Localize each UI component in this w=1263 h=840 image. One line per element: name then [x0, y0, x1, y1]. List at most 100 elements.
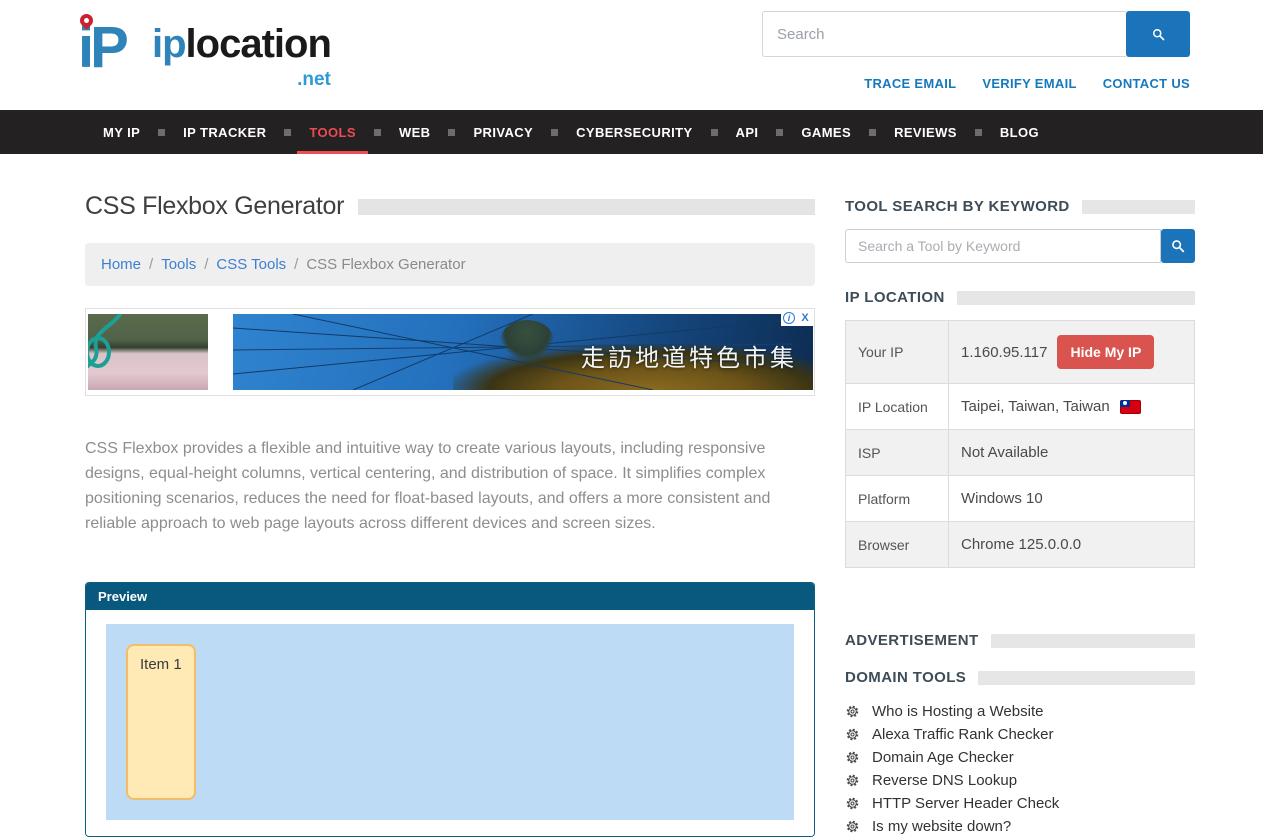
page-title: CSS Flexbox Generator: [85, 192, 344, 221]
domain-age-checker-link[interactable]: Domain Age Checker: [872, 749, 1014, 766]
gear-icon: [845, 819, 860, 834]
site-header: iP iplocation .net TRACE EMAIL VERIFY EM…: [0, 0, 1263, 110]
browser-value: Chrome 125.0.0.0: [961, 536, 1081, 553]
preview-panel-title: Preview: [86, 583, 814, 610]
header-search-input[interactable]: [762, 11, 1126, 57]
list-item[interactable]: Is my website down?: [845, 815, 1195, 838]
taiwan-flag-icon: [1120, 400, 1141, 414]
ad-squiggle-graphic: [88, 314, 164, 390]
breadcrumb-separator: /: [204, 256, 208, 273]
list-item[interactable]: Reverse DNS Lookup: [845, 769, 1195, 792]
your-ip-label: Your IP: [846, 321, 949, 384]
ad-banner[interactable]: 走訪地道特色市集 i X: [85, 308, 815, 396]
table-row: Platform Windows 10: [846, 476, 1195, 522]
domain-tools-heading: DOMAIN TOOLS: [845, 669, 966, 686]
nav-item-privacy[interactable]: PRIVACY: [455, 110, 551, 154]
title-decorative-bar: [358, 199, 815, 215]
nav-item-ip-tracker[interactable]: IP TRACKER: [165, 110, 284, 154]
tool-search-heading: TOOL SEARCH BY KEYWORD: [845, 198, 1070, 215]
gear-icon: [845, 773, 860, 788]
platform-label: Platform: [846, 476, 949, 522]
browser-label: Browser: [846, 522, 949, 568]
nav-separator: [374, 110, 381, 154]
heading-decorative-bar: [991, 634, 1195, 648]
http-server-header-link[interactable]: HTTP Server Header Check: [872, 795, 1059, 812]
hide-my-ip-button[interactable]: Hide My IP: [1057, 335, 1154, 369]
breadcrumb-tools[interactable]: Tools: [161, 256, 196, 273]
gear-icon: [845, 727, 860, 742]
sidebar: TOOL SEARCH BY KEYWORD IP LOCATION Your …: [845, 182, 1195, 840]
ad-close-icon[interactable]: X: [797, 310, 813, 326]
list-item[interactable]: Domain Age Checker: [845, 746, 1195, 769]
trace-email-link[interactable]: TRACE EMAIL: [864, 76, 956, 91]
main-content: CSS Flexbox Generator Home / Tools / CSS…: [85, 182, 815, 840]
nav-separator: [158, 110, 165, 154]
list-item[interactable]: HTTP Server Header Check: [845, 792, 1195, 815]
ip-location-value: Taipei, Taiwan, Taiwan: [961, 398, 1110, 415]
logo-net-suffix: .net: [152, 76, 331, 84]
gear-icon: [845, 750, 860, 765]
isp-value: Not Available: [961, 444, 1048, 461]
tool-search-button[interactable]: [1161, 229, 1195, 263]
search-icon: [1170, 238, 1186, 254]
ad-left-photo: [88, 314, 208, 390]
tool-search-input[interactable]: [845, 229, 1161, 263]
nav-item-web[interactable]: WEB: [381, 110, 449, 154]
list-item[interactable]: Who is Hosting a Website: [845, 700, 1195, 723]
logo-wordmark: iplocation: [152, 12, 331, 76]
table-row: Browser Chrome 125.0.0.0: [846, 522, 1195, 568]
ad-info-icon[interactable]: i: [781, 310, 797, 326]
heading-decorative-bar: [978, 671, 1195, 685]
reverse-dns-lookup-link[interactable]: Reverse DNS Lookup: [872, 772, 1017, 789]
nav-item-api[interactable]: API: [718, 110, 777, 154]
is-my-website-down-link[interactable]: Is my website down?: [872, 818, 1011, 835]
nav-separator: [776, 110, 783, 154]
heading-decorative-bar: [957, 291, 1195, 305]
domain-tools-list: Who is Hosting a Website Alexa Traffic R…: [845, 700, 1195, 840]
preview-panel-body: Item 1: [86, 610, 814, 836]
breadcrumb-separator: /: [294, 256, 298, 273]
logo-ip-monogram-icon: iP: [78, 12, 152, 84]
isp-label: ISP: [846, 430, 949, 476]
header-search-button[interactable]: [1126, 11, 1190, 57]
nav-item-blog[interactable]: BLOG: [982, 110, 1057, 154]
nav-item-my-ip[interactable]: MY IP: [85, 110, 158, 154]
flexbox-demo-item-1[interactable]: Item 1: [126, 644, 196, 800]
nav-item-cybersecurity[interactable]: CYBERSECURITY: [558, 110, 710, 154]
ad-headline-text: 走訪地道特色市集: [581, 338, 797, 373]
main-nav: MY IP IP TRACKER TOOLS WEB PRIVACY CYBER…: [0, 110, 1263, 154]
header-utility-links: TRACE EMAIL VERIFY EMAIL CONTACT US: [864, 76, 1190, 91]
nav-separator: [284, 110, 291, 154]
ip-info-table: Your IP 1.160.95.117 Hide My IP IP Locat…: [845, 320, 1195, 568]
nav-item-reviews[interactable]: REVIEWS: [876, 110, 975, 154]
breadcrumb: Home / Tools / CSS Tools / CSS Flexbox G…: [85, 243, 815, 286]
tool-search: [845, 229, 1195, 263]
ip-location-heading: IP LOCATION: [845, 289, 945, 306]
platform-value: Windows 10: [961, 490, 1043, 507]
nav-item-games[interactable]: GAMES: [783, 110, 869, 154]
nav-separator: [975, 110, 982, 154]
nav-item-tools[interactable]: TOOLS: [291, 110, 374, 154]
nav-separator: [711, 110, 718, 154]
table-row: ISP Not Available: [846, 430, 1195, 476]
ip-location-label: IP Location: [846, 384, 949, 430]
gear-icon: [845, 796, 860, 811]
who-is-hosting-link[interactable]: Who is Hosting a Website: [872, 703, 1043, 720]
alexa-traffic-rank-link[interactable]: Alexa Traffic Rank Checker: [872, 726, 1053, 743]
nav-separator: [551, 110, 558, 154]
breadcrumb-css-tools[interactable]: CSS Tools: [216, 256, 286, 273]
header-search: [762, 11, 1190, 57]
list-item[interactable]: Alexa Traffic Rank Checker: [845, 723, 1195, 746]
nav-separator: [448, 110, 455, 154]
preview-panel: Preview Item 1: [85, 582, 815, 837]
verify-email-link[interactable]: VERIFY EMAIL: [982, 76, 1076, 91]
breadcrumb-home[interactable]: Home: [101, 256, 141, 273]
advertisement-heading: ADVERTISEMENT: [845, 632, 979, 649]
search-icon: [1151, 25, 1166, 44]
contact-us-link[interactable]: CONTACT US: [1103, 76, 1190, 91]
flexbox-demo-container: Item 1: [106, 624, 794, 820]
breadcrumb-separator: /: [149, 256, 153, 273]
breadcrumb-current: CSS Flexbox Generator: [306, 256, 465, 273]
heading-decorative-bar: [1082, 200, 1195, 214]
site-logo[interactable]: iP iplocation .net: [78, 12, 331, 84]
